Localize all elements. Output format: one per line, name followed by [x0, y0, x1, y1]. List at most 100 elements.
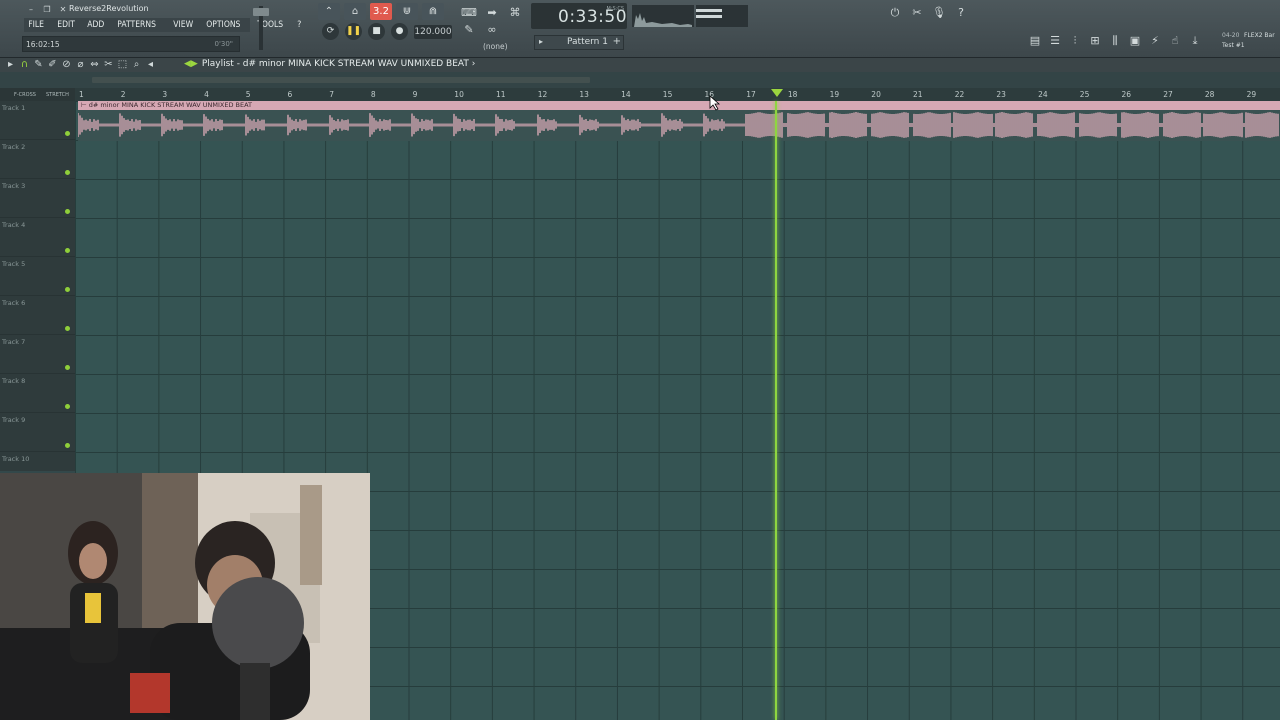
crossfade-label: F-CROSS — [14, 92, 36, 98]
toolbar-group-2: ✎ ∞ — [460, 22, 501, 37]
link-icon[interactable]: ∞ — [483, 22, 501, 37]
meter-bar-right — [696, 15, 722, 18]
master-volume-handle[interactable] — [253, 8, 269, 16]
track-row[interactable]: Track 8 — [0, 374, 75, 413]
record-button[interactable]: ● — [391, 23, 408, 40]
pattern-arrow-icon[interactable]: ▸ — [539, 37, 543, 46]
pattern-selector[interactable]: ▸ Pattern 1 + — [534, 35, 624, 50]
snap-value[interactable]: (none) — [483, 42, 508, 51]
track-row[interactable]: Track 5 — [0, 257, 75, 296]
clip-name-text: d# minor MINA KICK STREAM WAV UNMIXED BE… — [88, 101, 253, 109]
bar-number: 29 — [1246, 90, 1257, 99]
pause-button[interactable]: ❚❚ — [345, 23, 362, 40]
undo-icon[interactable]: ⏻ — [886, 5, 904, 20]
track-label: Track 8 — [2, 377, 26, 385]
channel-rack-icon[interactable]: ☰ — [1046, 33, 1064, 48]
add-pattern-icon[interactable]: + — [613, 36, 621, 47]
bar-number: 27 — [1163, 90, 1173, 99]
download-icon[interactable]: ⤓ — [1186, 33, 1204, 48]
track-mute-led[interactable] — [65, 287, 70, 292]
plugin-counter: 04-20 — [1222, 32, 1240, 39]
track-mute-led[interactable] — [65, 326, 70, 331]
track-row[interactable]: Track 1 — [0, 101, 75, 140]
menu-file[interactable]: FILE — [24, 18, 48, 32]
pattern-song-icon[interactable]: ⌃ — [318, 3, 340, 20]
menu-patterns[interactable]: PATTERNS — [113, 18, 160, 32]
draw-icon[interactable]: ✎ — [33, 58, 44, 72]
scroll-thumb[interactable] — [92, 77, 590, 83]
menu-options[interactable]: OPTIONS — [202, 18, 245, 32]
slip-icon[interactable]: ⇔ — [89, 58, 100, 72]
close-icon[interactable]: ✕ — [56, 4, 70, 15]
bar-number: 15 — [662, 90, 673, 99]
horizontal-scrollbar[interactable] — [0, 72, 1280, 88]
paint-icon[interactable]: ✐ — [47, 58, 58, 72]
zoom-icon[interactable]: ⌕ — [131, 58, 142, 72]
playhead-marker[interactable] — [771, 89, 783, 97]
playhead-line — [775, 101, 777, 720]
track-mute-led[interactable] — [65, 404, 70, 409]
mixer-icon[interactable]: ⫶ — [1066, 33, 1084, 48]
song-time-display[interactable]: 0:33:50 M:S:CS — [531, 3, 627, 29]
track-row[interactable]: Track 4 — [0, 218, 75, 257]
snap-icon[interactable]: ✎ — [460, 22, 478, 37]
track-row[interactable]: Track 6 — [0, 296, 75, 335]
track-mute-led[interactable] — [65, 248, 70, 253]
menu-edit[interactable]: EDIT — [53, 18, 79, 32]
piano-roll-icon[interactable]: ⊞ — [1086, 33, 1104, 48]
plugin-icon[interactable]: ▣ — [1126, 33, 1144, 48]
help-icon[interactable]: ? — [952, 5, 970, 20]
project-title: Reverse2Revolution — [69, 4, 149, 13]
mute-icon[interactable]: ⌀ — [75, 58, 86, 72]
menu-view[interactable]: VIEW — [169, 18, 197, 32]
track-label: Track 10 — [2, 455, 30, 463]
plugin-preview[interactable]: 04-20 FLEX2 Bar Test #1 — [1220, 31, 1280, 53]
record-mode-icon[interactable]: ⋓ — [396, 3, 418, 20]
pattern-mode-button[interactable]: 3.2 — [370, 3, 392, 20]
typing-keyboard-icon[interactable]: ⌨ — [460, 5, 478, 20]
mic-icon[interactable]: 🎙 — [930, 5, 948, 20]
cpu-graph — [634, 13, 692, 27]
loop-record-icon[interactable]: ⌘ — [506, 5, 524, 20]
bar-number: 25 — [1079, 90, 1090, 99]
cpu-monitor — [632, 5, 694, 27]
magnet-icon[interactable]: ∩ — [19, 58, 30, 72]
plug-icon[interactable]: ⚡ — [1146, 33, 1164, 48]
timeline-ruler[interactable]: F-CROSS STRETCH 1 2 3 4 5 6 7 8 9 10 11 12 13 14 15 16 1… — [0, 88, 1280, 101]
browser-icon[interactable]: ⫼ — [1106, 33, 1124, 48]
track-mute-led[interactable] — [65, 209, 70, 214]
track-row[interactable]: Track 9 — [0, 413, 75, 452]
clip-header[interactable]: ⊢ d# minor MINA KICK STREAM WAV UNMIXED … — [78, 101, 1280, 110]
delete-icon[interactable]: ⊘ — [61, 58, 72, 72]
maximize-icon[interactable]: ❐ — [40, 4, 54, 15]
metronome-icon[interactable]: ⌂ — [344, 3, 366, 20]
playlist-toggle-icon[interactable]: ◀▶ — [184, 59, 198, 69]
slice-icon[interactable]: ✂ — [103, 58, 114, 72]
arrow-icon[interactable]: ▸ — [5, 58, 16, 72]
tempo-display[interactable]: 120.000 — [414, 24, 452, 39]
wait-icon[interactable]: ⋒ — [422, 3, 444, 20]
mouse-cursor-icon — [709, 95, 721, 111]
menu-help[interactable]: ? — [293, 18, 306, 32]
bar-number: 1 — [79, 90, 84, 99]
menu-add[interactable]: ADD — [83, 18, 109, 32]
select-icon[interactable]: ⬚ — [117, 58, 128, 72]
menu-tools[interactable]: TOOLS — [253, 18, 287, 32]
audio-clip[interactable]: ⊢ d# minor MINA KICK STREAM WAV UNMIXED … — [78, 101, 1280, 141]
loop-icon[interactable]: ⟳ — [322, 23, 339, 40]
step-edit-icon[interactable]: ➡ — [483, 5, 501, 20]
track-mute-led[interactable] — [65, 170, 70, 175]
track-row[interactable]: Track 3 — [0, 179, 75, 218]
cut-icon[interactable]: ✂ — [908, 5, 926, 20]
track-row[interactable]: Track 2 — [0, 140, 75, 179]
track-row[interactable]: Track 7 — [0, 335, 75, 374]
touch-icon[interactable]: ☝ — [1166, 33, 1184, 48]
track-mute-led[interactable] — [65, 365, 70, 370]
stop-button[interactable]: ■ — [368, 23, 385, 40]
track-label: Track 6 — [2, 299, 26, 307]
minimize-icon[interactable]: – — [24, 4, 38, 15]
track-mute-led[interactable] — [65, 443, 70, 448]
playback-icon[interactable]: ◂ — [145, 58, 156, 72]
playlist-window-icon[interactable]: ▤ — [1026, 33, 1044, 48]
track-mute-led[interactable] — [65, 131, 70, 136]
